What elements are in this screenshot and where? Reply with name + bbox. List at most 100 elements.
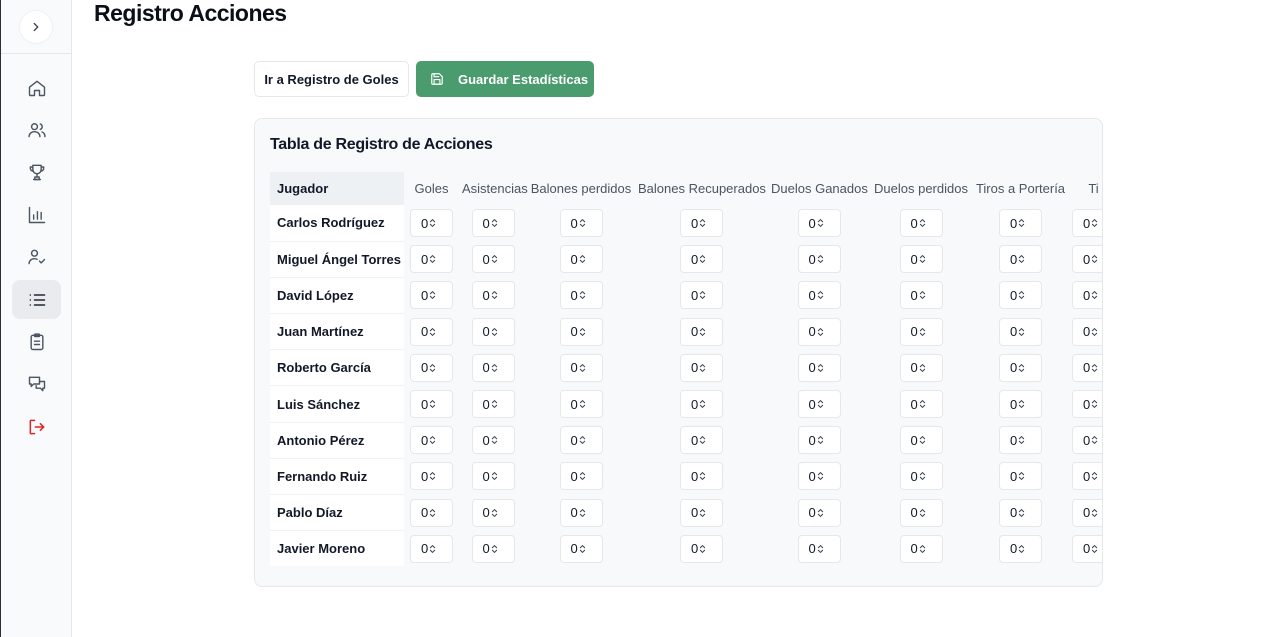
- spinner-arrows-icon[interactable]: [429, 507, 436, 519]
- stat-number-input[interactable]: 0: [410, 426, 453, 455]
- stat-number-input[interactable]: 0: [1072, 462, 1102, 491]
- stat-number-input[interactable]: 0: [999, 353, 1042, 382]
- stat-number-input[interactable]: 0: [1072, 209, 1102, 238]
- spinner-arrows-icon[interactable]: [817, 253, 824, 265]
- stat-number-input[interactable]: 0: [999, 281, 1042, 310]
- stat-number-input[interactable]: 0: [1072, 281, 1102, 310]
- goals-register-button[interactable]: Ir a Registro de Goles: [254, 61, 409, 97]
- stat-number-input[interactable]: 0: [1072, 534, 1102, 563]
- spinner-arrows-icon[interactable]: [429, 289, 436, 301]
- stat-number-input[interactable]: 0: [999, 498, 1042, 527]
- spinner-arrows-icon[interactable]: [579, 326, 586, 338]
- spinner-arrows-icon[interactable]: [699, 543, 706, 555]
- spinner-arrows-icon[interactable]: [699, 362, 706, 374]
- spinner-arrows-icon[interactable]: [817, 362, 824, 374]
- spinner-arrows-icon[interactable]: [919, 362, 926, 374]
- spinner-arrows-icon[interactable]: [491, 289, 498, 301]
- spinner-arrows-icon[interactable]: [429, 543, 436, 555]
- stat-number-input[interactable]: 0: [999, 245, 1042, 274]
- stat-number-input[interactable]: 0: [797, 426, 841, 455]
- stat-number-input[interactable]: 0: [899, 534, 943, 563]
- spinner-arrows-icon[interactable]: [1018, 434, 1025, 446]
- stat-number-input[interactable]: 0: [999, 462, 1042, 491]
- stat-number-input[interactable]: 0: [999, 317, 1042, 346]
- sidebar-item-home[interactable]: [12, 68, 61, 107]
- sidebar-item-actions[interactable]: [12, 280, 61, 319]
- stat-number-input[interactable]: 0: [1072, 498, 1102, 527]
- spinner-arrows-icon[interactable]: [699, 326, 706, 338]
- spinner-arrows-icon[interactable]: [491, 326, 498, 338]
- spinner-arrows-icon[interactable]: [919, 543, 926, 555]
- spinner-arrows-icon[interactable]: [1018, 543, 1025, 555]
- stat-number-input[interactable]: 0: [410, 390, 453, 419]
- spinner-arrows-icon[interactable]: [491, 362, 498, 374]
- spinner-arrows-icon[interactable]: [919, 434, 926, 446]
- stat-number-input[interactable]: 0: [680, 534, 723, 563]
- spinner-arrows-icon[interactable]: [1018, 326, 1025, 338]
- spinner-arrows-icon[interactable]: [1091, 217, 1098, 229]
- spinner-arrows-icon[interactable]: [817, 543, 824, 555]
- stat-number-input[interactable]: 0: [1072, 317, 1102, 346]
- spinner-arrows-icon[interactable]: [919, 217, 926, 229]
- stat-number-input[interactable]: 0: [999, 209, 1042, 238]
- spinner-arrows-icon[interactable]: [579, 398, 586, 410]
- stat-number-input[interactable]: 0: [797, 209, 841, 238]
- spinner-arrows-icon[interactable]: [817, 507, 824, 519]
- spinner-arrows-icon[interactable]: [1091, 470, 1098, 482]
- spinner-arrows-icon[interactable]: [429, 398, 436, 410]
- stat-number-input[interactable]: 0: [899, 390, 943, 419]
- spinner-arrows-icon[interactable]: [429, 217, 436, 229]
- sidebar-item-messages[interactable]: [12, 364, 61, 403]
- stat-number-input[interactable]: 0: [559, 353, 603, 382]
- stat-number-input[interactable]: 0: [559, 426, 603, 455]
- stat-number-input[interactable]: 0: [410, 534, 453, 563]
- spinner-arrows-icon[interactable]: [919, 398, 926, 410]
- stat-number-input[interactable]: 0: [559, 209, 603, 238]
- spinner-arrows-icon[interactable]: [699, 434, 706, 446]
- stat-number-input[interactable]: 0: [1072, 353, 1102, 382]
- spinner-arrows-icon[interactable]: [817, 470, 824, 482]
- stat-number-input[interactable]: 0: [680, 353, 723, 382]
- spinner-arrows-icon[interactable]: [699, 398, 706, 410]
- spinner-arrows-icon[interactable]: [1091, 543, 1098, 555]
- sidebar-item-trophy[interactable]: [12, 152, 61, 191]
- stat-number-input[interactable]: 0: [899, 317, 943, 346]
- spinner-arrows-icon[interactable]: [699, 253, 706, 265]
- spinner-arrows-icon[interactable]: [579, 217, 586, 229]
- spinner-arrows-icon[interactable]: [699, 217, 706, 229]
- stat-number-input[interactable]: 0: [471, 317, 515, 346]
- spinner-arrows-icon[interactable]: [1018, 470, 1025, 482]
- stat-number-input[interactable]: 0: [471, 281, 515, 310]
- stat-number-input[interactable]: 0: [410, 209, 453, 238]
- spinner-arrows-icon[interactable]: [429, 253, 436, 265]
- stat-number-input[interactable]: 0: [559, 462, 603, 491]
- stat-number-input[interactable]: 0: [680, 390, 723, 419]
- stat-number-input[interactable]: 0: [410, 317, 453, 346]
- spinner-arrows-icon[interactable]: [919, 253, 926, 265]
- spinner-arrows-icon[interactable]: [1091, 434, 1098, 446]
- stat-number-input[interactable]: 0: [471, 462, 515, 491]
- stat-number-input[interactable]: 0: [680, 498, 723, 527]
- spinner-arrows-icon[interactable]: [1091, 362, 1098, 374]
- save-stats-button[interactable]: Guardar Estadísticas: [416, 61, 594, 97]
- stat-number-input[interactable]: 0: [559, 534, 603, 563]
- stat-number-input[interactable]: 0: [680, 317, 723, 346]
- spinner-arrows-icon[interactable]: [919, 289, 926, 301]
- spinner-arrows-icon[interactable]: [919, 507, 926, 519]
- stat-number-input[interactable]: 0: [899, 498, 943, 527]
- spinner-arrows-icon[interactable]: [699, 289, 706, 301]
- stat-number-input[interactable]: 0: [999, 390, 1042, 419]
- spinner-arrows-icon[interactable]: [919, 470, 926, 482]
- spinner-arrows-icon[interactable]: [579, 289, 586, 301]
- stat-number-input[interactable]: 0: [410, 353, 453, 382]
- stat-number-input[interactable]: 0: [410, 281, 453, 310]
- spinner-arrows-icon[interactable]: [817, 289, 824, 301]
- stat-number-input[interactable]: 0: [899, 462, 943, 491]
- stat-number-input[interactable]: 0: [797, 462, 841, 491]
- spinner-arrows-icon[interactable]: [491, 217, 498, 229]
- spinner-arrows-icon[interactable]: [817, 217, 824, 229]
- stat-number-input[interactable]: 0: [899, 209, 943, 238]
- stat-number-input[interactable]: 0: [471, 498, 515, 527]
- spinner-arrows-icon[interactable]: [1018, 398, 1025, 410]
- spinner-arrows-icon[interactable]: [1018, 253, 1025, 265]
